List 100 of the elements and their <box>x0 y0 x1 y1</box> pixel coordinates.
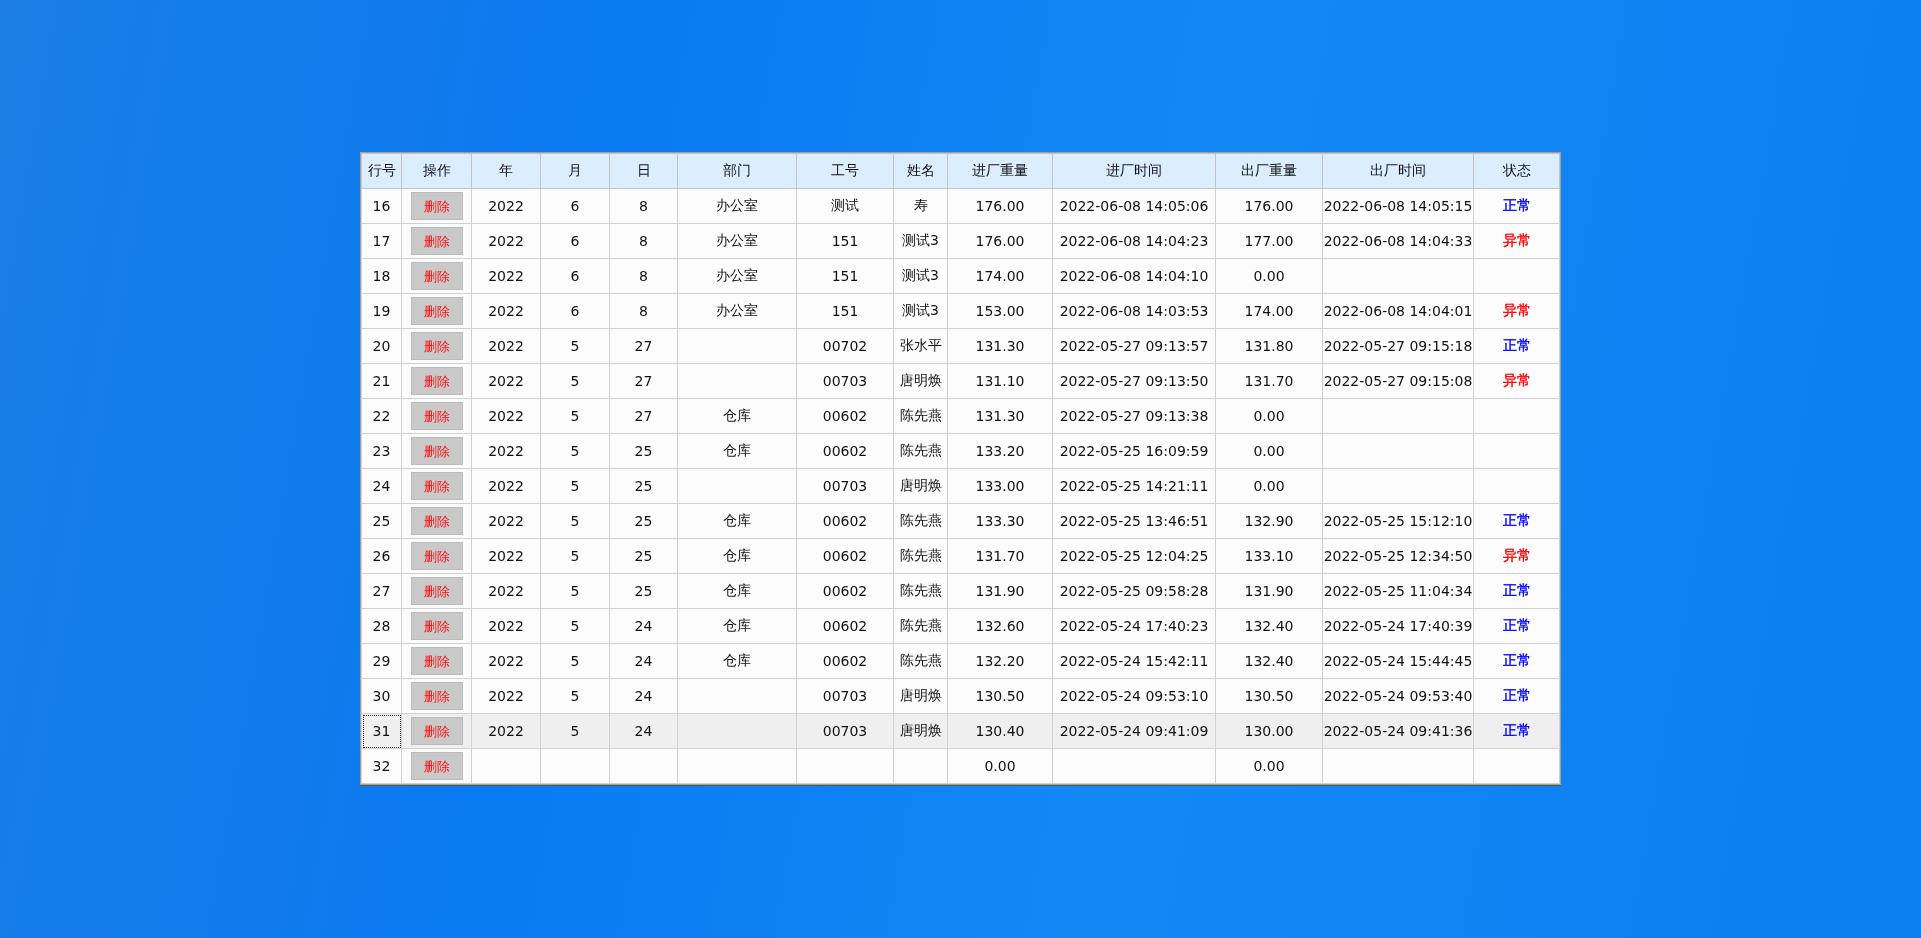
table-cell: 6 <box>540 223 610 259</box>
table-cell: 2022 <box>471 363 541 399</box>
table-cell: 陈先燕 <box>893 573 948 609</box>
delete-button[interactable]: 删除 <box>410 507 463 535</box>
delete-button[interactable]: 删除 <box>410 437 463 465</box>
table-cell: 151 <box>796 258 894 294</box>
delete-button[interactable]: 删除 <box>410 577 463 605</box>
table-cell: 2022-05-24 17:40:23 <box>1052 608 1216 644</box>
table-cell: 24 <box>609 713 678 749</box>
table-cell: 133.00 <box>947 468 1053 504</box>
delete-button[interactable]: 删除 <box>410 717 463 745</box>
table-cell: 陈先燕 <box>893 608 948 644</box>
table-cell: 131.80 <box>1215 328 1323 364</box>
table-cell: 2022 <box>471 713 541 749</box>
status-text: 异常 <box>1502 302 1531 318</box>
delete-button[interactable]: 删除 <box>410 472 463 500</box>
table-cell: 2022 <box>471 188 541 224</box>
delete-button[interactable]: 删除 <box>410 367 463 395</box>
table-cell: 2022-05-24 09:41:09 <box>1052 713 1216 749</box>
table-cell: 130.50 <box>947 678 1053 714</box>
status-text: 正常 <box>1502 652 1531 668</box>
table-cell: 2022-05-27 09:15:08 <box>1322 363 1474 399</box>
table-cell: 2022 <box>471 398 541 434</box>
table-cell: 2022-05-24 15:44:45 <box>1322 643 1474 679</box>
status-text: 正常 <box>1502 617 1531 633</box>
delete-button[interactable]: 删除 <box>410 612 463 640</box>
delete-button[interactable]: 删除 <box>410 647 463 675</box>
table-cell: 2022-05-24 17:40:39 <box>1322 608 1474 644</box>
table-cell: 27 <box>361 573 402 609</box>
delete-button[interactable]: 删除 <box>410 262 463 290</box>
delete-button[interactable]: 删除 <box>410 402 463 430</box>
table-cell: 2022 <box>471 433 541 469</box>
table-cell: 31 <box>361 713 402 749</box>
table-cell: 测试3 <box>893 223 948 259</box>
table-cell: 测试3 <box>893 258 948 294</box>
table-cell: 131.10 <box>947 363 1053 399</box>
table-cell: 25 <box>609 433 678 469</box>
delete-button[interactable]: 删除 <box>410 227 463 255</box>
column-header: 部门 <box>677 153 797 189</box>
table-cell: 2022-06-08 14:05:15 <box>1322 188 1474 224</box>
delete-button[interactable]: 删除 <box>410 682 463 710</box>
table-cell: 25 <box>609 573 678 609</box>
table-cell: 151 <box>796 293 894 329</box>
table-cell: 测试3 <box>893 293 948 329</box>
table-cell: 办公室 <box>677 258 797 294</box>
table-cell: 131.90 <box>1215 573 1323 609</box>
table-cell: 00703 <box>796 678 894 714</box>
table-cell: 24 <box>609 678 678 714</box>
table-cell: 19 <box>361 293 402 329</box>
table-cell: 8 <box>609 293 678 329</box>
table-cell: 2022-05-25 14:21:11 <box>1052 468 1216 504</box>
table-cell: 5 <box>540 573 610 609</box>
table-cell: 2022 <box>471 643 541 679</box>
table-cell: 2022 <box>471 223 541 259</box>
table-cell: 2022-05-24 15:42:11 <box>1052 643 1216 679</box>
table-cell: 8 <box>609 258 678 294</box>
table-cell: 132.40 <box>1215 643 1323 679</box>
table-cell: 0.00 <box>1215 433 1323 469</box>
table-cell: 151 <box>796 223 894 259</box>
table-cell: 25 <box>361 503 402 539</box>
column-header: 日 <box>609 153 678 189</box>
table-cell: 5 <box>540 503 610 539</box>
table-cell: 130.40 <box>947 713 1053 749</box>
table-cell: 2022-05-24 09:41:36 <box>1322 713 1474 749</box>
table-cell: 唐明焕 <box>893 713 948 749</box>
table-cell: 2022 <box>471 573 541 609</box>
table-cell: 24 <box>609 608 678 644</box>
status-text: 异常 <box>1502 372 1531 388</box>
table-cell: 5 <box>540 608 610 644</box>
table-cell: 2022-06-08 14:05:06 <box>1052 188 1216 224</box>
delete-button[interactable]: 删除 <box>410 332 463 360</box>
delete-button[interactable]: 删除 <box>410 752 463 780</box>
column-header: 进厂时间 <box>1052 153 1216 189</box>
table-cell: 6 <box>540 293 610 329</box>
status-text: 异常 <box>1502 232 1531 248</box>
delete-button[interactable]: 删除 <box>410 542 463 570</box>
status-text: 正常 <box>1502 722 1531 738</box>
delete-button[interactable]: 删除 <box>410 192 463 220</box>
table-cell: 2022 <box>471 328 541 364</box>
table-cell: 00602 <box>796 503 894 539</box>
table-cell: 132.20 <box>947 643 1053 679</box>
column-header: 姓名 <box>893 153 948 189</box>
table-cell: 2022-05-25 12:04:25 <box>1052 538 1216 574</box>
delete-button[interactable]: 删除 <box>410 297 463 325</box>
table-cell: 仓库 <box>677 398 797 434</box>
column-header: 行号 <box>361 153 402 189</box>
table-cell: 131.30 <box>947 328 1053 364</box>
table-cell: 0.00 <box>947 748 1053 784</box>
table-cell: 2022-06-08 14:04:23 <box>1052 223 1216 259</box>
column-header: 操作 <box>401 153 472 189</box>
table-cell: 132.40 <box>1215 608 1323 644</box>
table-cell: 5 <box>540 328 610 364</box>
table-cell: 133.20 <box>947 433 1053 469</box>
table-cell: 17 <box>361 223 402 259</box>
table-cell: 寿 <box>893 188 948 224</box>
table-cell: 办公室 <box>677 188 797 224</box>
table-cell: 8 <box>609 188 678 224</box>
table-cell: 00702 <box>796 328 894 364</box>
table-cell: 5 <box>540 433 610 469</box>
table-cell: 133.10 <box>1215 538 1323 574</box>
